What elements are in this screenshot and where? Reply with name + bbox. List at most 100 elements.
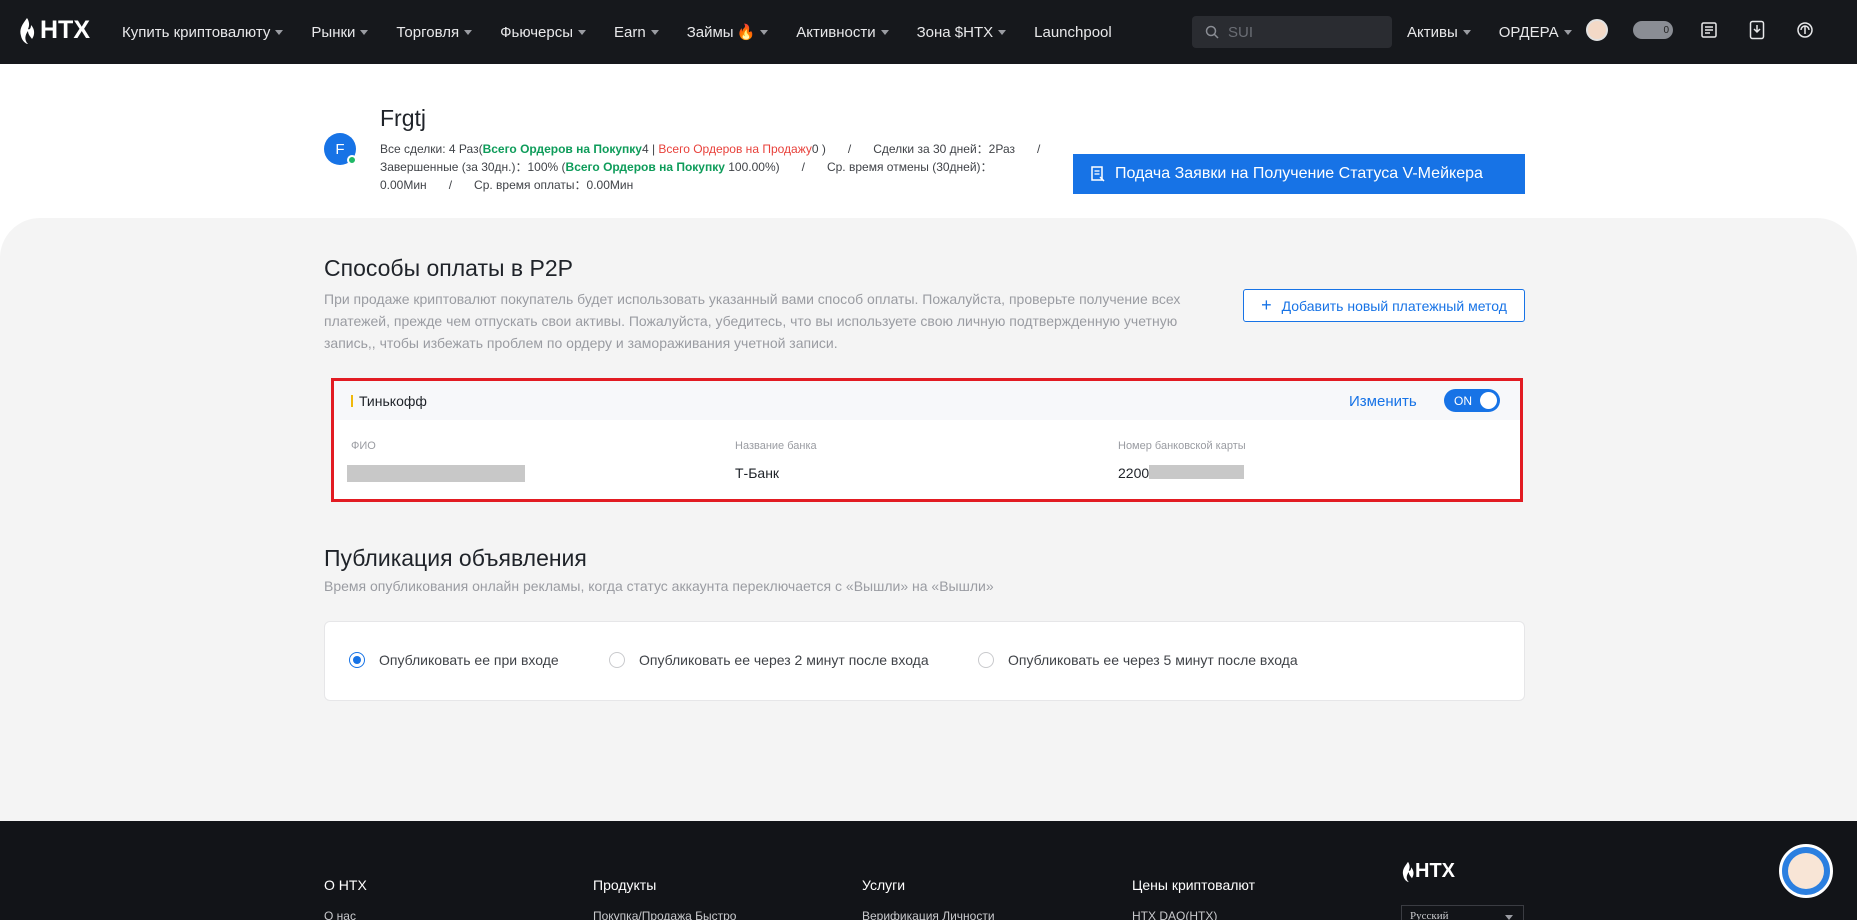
nav-buy-crypto[interactable]: Купить криптовалюту <box>122 24 284 41</box>
publication-description: Время опубликования онлайн рекламы, когд… <box>324 578 994 594</box>
publication-title: Публикация объявления <box>324 545 587 571</box>
footer-heading: Цены криптовалют <box>1132 877 1256 893</box>
footer-heading: Продукты <box>593 877 657 893</box>
nav-htx-zone[interactable]: Зона $HTX <box>917 24 1007 41</box>
avatar-letter: F <box>335 140 345 158</box>
switch-knob <box>1480 392 1497 409</box>
mode-toggle[interactable]: 0 <box>1633 21 1673 39</box>
avg-pay-time: Ср. время оплаты：0.00Мин <box>474 178 634 192</box>
nav-futures[interactable]: Фьючерсы <box>500 24 587 41</box>
support-chat-button[interactable] <box>1779 844 1833 898</box>
document-list-icon <box>1701 22 1717 38</box>
nav-assets-label: Активы <box>1407 23 1458 41</box>
nav-orders-label: ОРДЕРА <box>1498 23 1559 41</box>
footer-link[interactable]: О нас <box>324 909 367 920</box>
footer-heading: Услуги <box>862 877 906 893</box>
chevron-down-icon <box>880 29 889 35</box>
radio-unchecked-icon <box>978 652 994 668</box>
card-number-redacted <box>1149 465 1244 479</box>
stats-separator: / <box>448 178 453 192</box>
footer-logo: HTX <box>1401 860 1455 883</box>
user-avatar-button[interactable] <box>1585 18 1609 42</box>
payment-method-card: Тинькофф Изменить ON ФИО Название банка … <box>331 378 1523 502</box>
publish-after-2-min-option[interactable]: Опубликовать ее через 2 минут после вход… <box>609 652 929 668</box>
nav-trade[interactable]: Торговля <box>396 23 473 41</box>
stats-separator: / <box>801 160 805 174</box>
full-name-redacted <box>347 465 525 482</box>
apply-vmaker-label: Подача Заявки на Получение Статуса V-Мей… <box>1115 165 1483 182</box>
fire-icon: 🔥 <box>736 24 756 41</box>
nav-loans[interactable]: Займы 🔥 <box>687 23 769 41</box>
completed-30d-prefix: Завершенные (за 30дн.)：100% ( <box>380 160 566 174</box>
chevron-down-icon <box>998 29 1007 35</box>
merchant-name: Frgtj <box>380 105 426 131</box>
nav-earn-label: Earn <box>614 23 646 41</box>
chevron-down-icon <box>650 29 659 35</box>
card-number-label: Номер банковской карты <box>1118 440 1246 452</box>
nav-orders[interactable]: ОРДЕРА <box>1499 24 1572 41</box>
nav-launchpool[interactable]: Launchpool <box>1034 24 1112 41</box>
search-input[interactable] <box>1228 23 1378 41</box>
edit-payment-link[interactable]: Изменить <box>1349 393 1417 410</box>
buy-orders-value: 4 <box>641 142 649 156</box>
nav-earn[interactable]: Earn <box>614 24 659 41</box>
add-payment-method-button[interactable]: + Добавить новый платежный метод <box>1243 289 1525 322</box>
footer-heading: О HTX <box>324 877 367 893</box>
chevron-down-icon <box>578 29 587 35</box>
radio-unchecked-icon <box>609 652 625 668</box>
search-icon <box>1205 25 1219 39</box>
download-icon <box>1749 20 1765 40</box>
online-status-dot <box>347 155 357 165</box>
chevron-down-icon <box>464 29 473 35</box>
buy-orders-label: Всего Ордеров на Покупку <box>482 142 642 156</box>
footer: О HTX О нас Продукты Покупка/Продажа Быс… <box>0 821 1857 920</box>
publish-on-login-option[interactable]: Опубликовать ее при входе <box>349 652 559 668</box>
footer-column-products: Продукты Покупка/Продажа Быстро <box>593 877 736 920</box>
radio-checked-icon <box>349 652 365 668</box>
chevron-down-icon <box>1462 29 1471 35</box>
all-trades-prefix: Все сделки: 4 Раз( <box>380 142 483 156</box>
download-app-button[interactable] <box>1745 18 1769 42</box>
publish-after-5-min-option[interactable]: Опубликовать ее через 5 минут после вход… <box>978 652 1298 668</box>
htx-logo[interactable]: HTX <box>18 16 90 45</box>
footer-link[interactable]: Покупка/Продажа Быстро <box>593 909 736 920</box>
switch-label: ON <box>1454 394 1472 408</box>
chevron-down-icon <box>1505 915 1513 920</box>
payment-card-header: Тинькофф Изменить ON <box>334 381 1520 420</box>
chevron-down-icon <box>1563 29 1572 35</box>
nav-loans-label: Займы <box>686 23 734 41</box>
chevron-down-icon <box>760 29 769 35</box>
publish-after-5-min-label: Опубликовать ее через 5 минут после вход… <box>1008 652 1298 668</box>
nav-trade-label: Торговля <box>396 23 460 41</box>
nav-activities[interactable]: Активности <box>796 24 889 41</box>
payment-enable-switch[interactable]: ON <box>1444 389 1500 412</box>
payment-method-name: Тинькофф <box>359 393 427 409</box>
footer-column-services: Услуги Верификация Личности <box>862 877 995 920</box>
footer-link[interactable]: HTX DAO(HTX) <box>1132 909 1255 920</box>
chevron-down-icon <box>275 29 284 35</box>
language-select-value: Русский <box>1410 910 1449 920</box>
search-box[interactable] <box>1192 16 1392 48</box>
nav-assets[interactable]: Активы <box>1407 24 1471 41</box>
main-menu: Купить криптовалюту Рынки Торговля Фьюче… <box>122 0 1140 64</box>
sell-orders-value: 0 ) <box>811 142 826 156</box>
apply-vmaker-button[interactable]: Подача Заявки на Получение Статуса V-Мей… <box>1073 154 1525 194</box>
footer-column-prices: Цены криптовалют HTX DAO(HTX) <box>1132 877 1255 920</box>
completed-buy-label: Всего Ордеров на Покупку <box>565 160 725 174</box>
plus-icon: + <box>1261 295 1272 315</box>
payment-methods-description: При продаже криптовалют покупатель будет… <box>324 291 1181 351</box>
payment-methods-title: Способы оплаты в P2P <box>324 255 573 281</box>
nav-markets[interactable]: Рынки <box>311 24 369 41</box>
messages-button[interactable] <box>1697 18 1721 42</box>
top-navigation-bar: HTX Купить криптовалюту Рынки Торговля Ф… <box>0 0 1857 64</box>
language-select[interactable]: Русский <box>1401 905 1524 920</box>
htx-flame-icon <box>1402 861 1414 882</box>
language-settings-button[interactable] <box>1793 18 1817 42</box>
nav-htx-zone-label: Зона $HTX <box>916 23 994 41</box>
footer-column-about: О HTX О нас <box>324 877 367 920</box>
stats-pipe: | <box>648 142 659 156</box>
globe-icon <box>1797 22 1813 38</box>
sell-orders-label: Всего Ордеров на Продажу <box>658 142 812 156</box>
footer-link[interactable]: Верификация Личности <box>862 909 995 920</box>
mode-toggle-label: 0 <box>1663 24 1669 36</box>
